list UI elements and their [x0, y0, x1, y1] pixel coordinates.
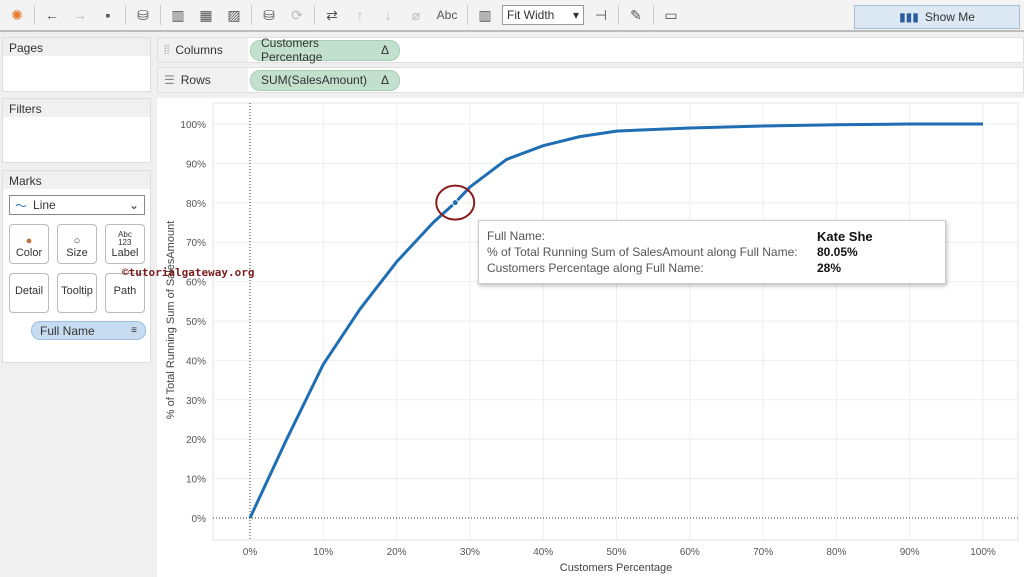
y-tick-label: 40% — [186, 356, 206, 367]
y-tick-label: 20% — [186, 435, 206, 446]
x-tick-label: 50% — [606, 547, 626, 558]
x-tick-label: 30% — [460, 547, 480, 558]
x-tick-label: 20% — [387, 547, 407, 558]
y-tick-label: 70% — [186, 238, 206, 249]
tooltip-key: Full Name: — [487, 229, 546, 243]
x-tick-label: 100% — [970, 547, 996, 558]
tooltip-key: % of Total Running Sum of SalesAmount al… — [487, 245, 798, 259]
tooltip-row: % of Total Running Sum of SalesAmount al… — [487, 245, 937, 261]
x-tick-label: 0% — [243, 547, 258, 558]
y-tick-label: 10% — [186, 475, 206, 486]
highlighted-point — [451, 199, 459, 207]
x-tick-label: 70% — [753, 547, 773, 558]
x-tick-label: 90% — [900, 547, 920, 558]
tooltip-key: Customers Percentage along Full Name: — [487, 261, 704, 275]
tooltip-row: Customers Percentage along Full Name: 28% — [487, 261, 937, 277]
y-tick-label: 30% — [186, 396, 206, 407]
y-axis-title: % of Total Running Sum of SalesAmount — [165, 221, 177, 420]
tooltip: Full Name: Kate She % of Total Running Su… — [478, 220, 946, 284]
tooltip-value: 80.05% — [817, 245, 858, 259]
tooltip-row: Full Name: Kate She — [487, 229, 937, 245]
pareto-chart[interactable]: 0% 10% 20% 30% 40% 50% 60% 70% 80% 90% 100% 0% 10% 20… — [0, 0, 1024, 577]
y-tick-label: 0% — [192, 514, 207, 525]
tooltip-value: 28% — [817, 261, 842, 275]
x-tick-label: 80% — [826, 547, 846, 558]
y-tick-label: 90% — [186, 159, 206, 170]
watermark: ©tutorialgateway.org — [122, 266, 255, 279]
x-tick-label: 60% — [680, 547, 700, 558]
x-tick-label: 40% — [533, 547, 553, 558]
x-axis-title: Customers Percentage — [560, 562, 673, 574]
x-tick-label: 10% — [313, 547, 333, 558]
y-tick-label: 50% — [186, 317, 206, 328]
y-tick-label: 100% — [180, 120, 206, 131]
y-tick-label: 80% — [186, 199, 206, 210]
tooltip-value: Kate She — [817, 229, 873, 244]
y-tick-label: 60% — [186, 278, 206, 289]
